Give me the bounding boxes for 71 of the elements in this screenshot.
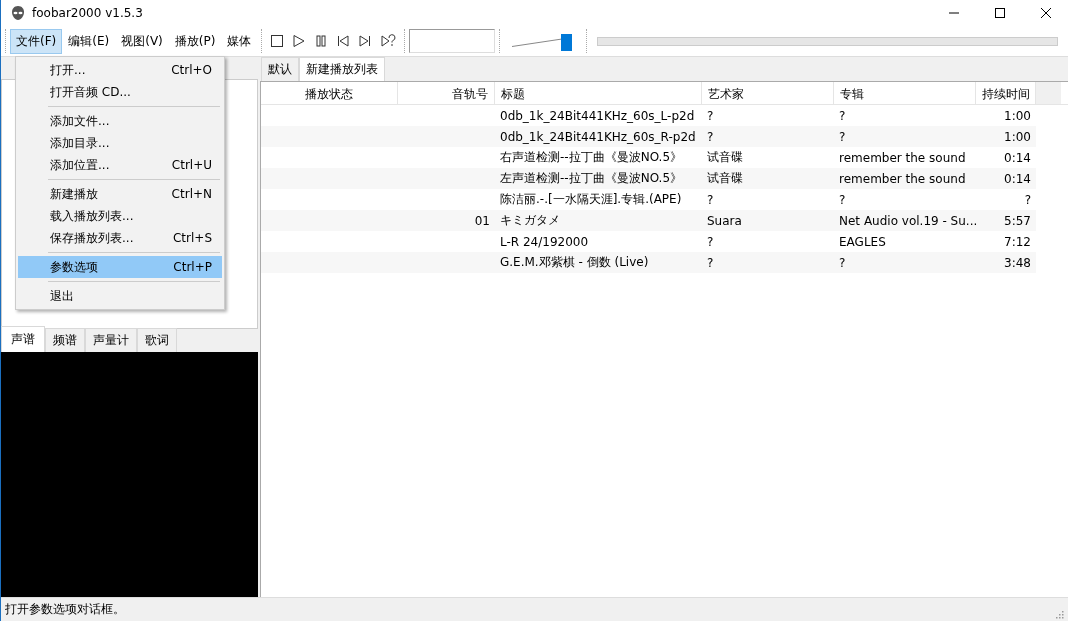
menu-item[interactable]: 播放(P) — [168, 28, 222, 54]
column-header[interactable]: 艺术家 — [702, 82, 834, 104]
pause-icon[interactable] — [314, 34, 329, 48]
table-cell-text: L-R 24/192000 — [499, 234, 590, 249]
maximize-icon[interactable] — [994, 7, 1006, 19]
table-cell-text: Suara — [706, 213, 743, 228]
table-cell-text: 0db_1k_24Bit441KHz_60s_L-p2d — [499, 108, 696, 123]
stop-icon[interactable] — [270, 34, 285, 48]
previous-icon[interactable] — [336, 34, 351, 48]
tab[interactable]: 默认 — [261, 57, 299, 81]
table-cell-text: ? — [706, 192, 715, 207]
resize-grip-icon[interactable] — [1054, 608, 1064, 619]
window-title: foobar2000 v1.5.3 — [32, 6, 143, 20]
column-header[interactable]: 播放状态 — [261, 82, 398, 104]
menu-item[interactable]: 退出 — [18, 285, 222, 307]
table-cell-text: 7:12 — [1003, 234, 1032, 249]
table-cell-text: 左声道检测--拉丁曲《曼波NO.5》 — [499, 170, 684, 187]
table-cell-text: 0db_1k_24Bit441KHz_60s_R-p2d — [499, 129, 697, 144]
random-play-icon[interactable] — [380, 33, 397, 49]
table-cell-text: ? — [706, 108, 715, 123]
table-cell-text: 1:00 — [1003, 108, 1032, 123]
table-cell-text: ? — [838, 192, 847, 207]
menu-item[interactable]: 视图(V) — [115, 28, 169, 54]
table-cell-text: 1:00 — [1003, 129, 1032, 144]
table-cell-text: 陈洁丽.-.[一水隔天涯].专辑.(APE) — [499, 191, 683, 208]
column-header[interactable]: 标题 — [495, 82, 702, 104]
alien-head-icon — [11, 5, 25, 21]
next-icon[interactable] — [358, 34, 373, 48]
table-cell-text: 右声道检测--拉丁曲《曼波NO.5》 — [499, 149, 684, 166]
tab[interactable]: 声量计 — [85, 328, 137, 352]
status-text: 打开参数选项对话框。 — [5, 601, 125, 618]
table-cell-text: ? — [838, 255, 847, 270]
table-cell-text: 5:57 — [1003, 213, 1032, 228]
table-cell-text: 3:48 — [1003, 255, 1032, 270]
menu-item[interactable]: 打开音频 CD... — [18, 81, 222, 103]
menu-item[interactable]: 媒体 — [221, 28, 258, 54]
menu-item[interactable]: 添加目录... — [18, 132, 222, 154]
table-cell-text: Net Audio vol.19 - Su... — [838, 213, 976, 228]
column-header[interactable]: 专辑 — [834, 82, 976, 104]
table-cell-text: G.E.M.邓紫棋 - 倒数 (Live) — [499, 254, 650, 271]
tab[interactable]: 新建播放列表 — [299, 57, 385, 81]
table-cell-text: EAGLES — [838, 234, 887, 249]
table-cell-text: ? — [706, 129, 715, 144]
column-header[interactable]: 音轨号 — [398, 82, 495, 104]
menu-item[interactable]: 添加文件... — [18, 110, 222, 132]
table-cell-text: 0:14 — [1003, 171, 1032, 186]
menu-item[interactable]: 保存播放列表... Ctrl+S — [18, 227, 222, 249]
menu-item[interactable]: 编辑(E) — [62, 28, 116, 54]
menu-item[interactable]: 添加位置... Ctrl+U — [18, 154, 222, 176]
table-cell-text: 试音碟 — [706, 149, 744, 166]
table-cell-text: ? — [706, 234, 715, 249]
menu-item[interactable]: 参数选项 Ctrl+P — [18, 256, 222, 278]
menu-item[interactable]: 新建播放 Ctrl+N — [18, 183, 222, 205]
table-cell-text: remember the sound — [838, 150, 967, 165]
tab[interactable]: 声谱 — [1, 326, 45, 352]
menu-item[interactable]: 打开... Ctrl+O — [18, 59, 222, 81]
close-icon[interactable] — [1040, 7, 1052, 19]
table-cell-text: ? — [838, 129, 847, 144]
table-cell-text: ? — [1023, 192, 1032, 207]
table-cell-text: 01 — [473, 213, 491, 228]
tab[interactable]: 频谱 — [45, 328, 85, 352]
table-cell-text: ? — [706, 255, 715, 270]
play-icon[interactable] — [292, 34, 307, 48]
table-cell-text: 试音碟 — [706, 170, 744, 187]
table-cell-text: 0:14 — [1003, 150, 1032, 165]
table-cell-text: remember the sound — [838, 171, 967, 186]
table-cell-text: ? — [838, 108, 847, 123]
tab[interactable]: 歌词 — [137, 328, 177, 352]
menu-item[interactable]: 文件(F) — [10, 28, 63, 54]
menu-item[interactable]: 载入播放列表... — [18, 205, 222, 227]
table-cell-text: キミガタメ — [499, 212, 561, 229]
